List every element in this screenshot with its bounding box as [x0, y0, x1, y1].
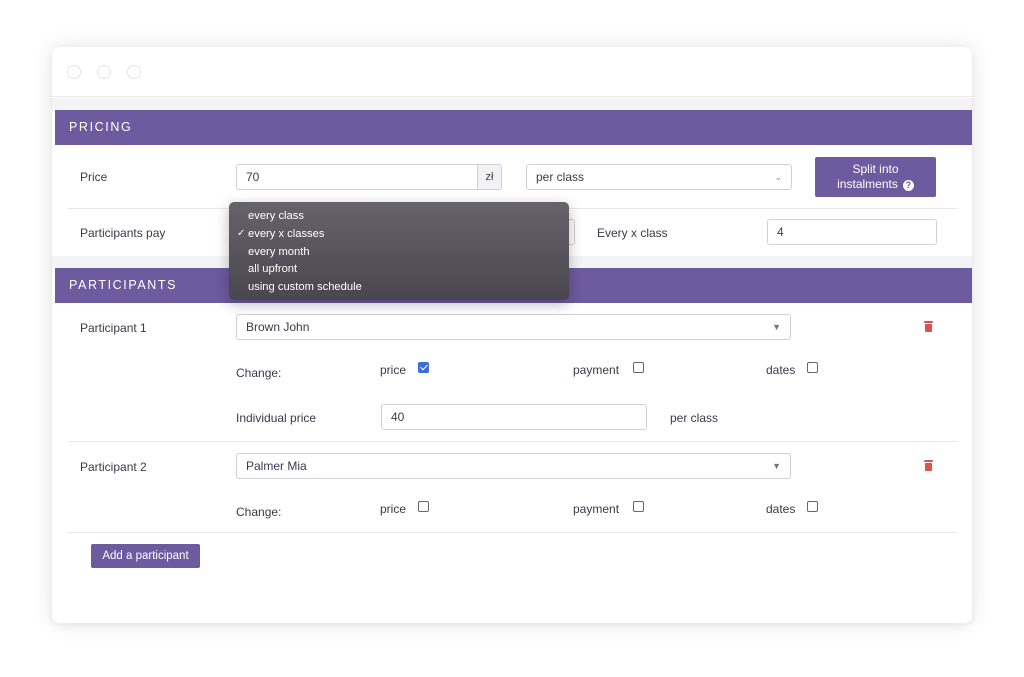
chevron-down-icon: ⌄ [774, 172, 782, 182]
payment-checkbox[interactable] [633, 501, 644, 512]
window-titlebar [52, 47, 972, 97]
caret-down-icon: ▼ [772, 322, 781, 332]
every-x-class-value: 4 [777, 225, 784, 239]
participants-pay-dropdown: every class ✓ every x classes every mont… [229, 202, 569, 300]
price-option-label: price [380, 363, 407, 377]
payment-option-label: payment [573, 363, 620, 377]
payment-checkbox[interactable] [633, 362, 644, 373]
window-control-dot[interactable] [67, 65, 81, 79]
split-button-line2: instalments [837, 177, 898, 191]
window-control-dot[interactable] [127, 65, 141, 79]
payment-option-label: payment [573, 502, 620, 516]
participant-2-label: Participant 2 [80, 460, 147, 474]
caret-down-icon: ▼ [772, 461, 781, 471]
participant-2-select[interactable]: Palmer Mia ▼ [236, 453, 791, 479]
toolbar-strip [52, 98, 972, 110]
participants-pay-label: Participants pay [80, 226, 166, 240]
dates-checkbox[interactable] [807, 501, 818, 512]
individual-price-unit: per class [670, 411, 719, 425]
participant-1-name: Brown John [246, 320, 310, 334]
dropdown-item[interactable]: every month [248, 246, 310, 258]
participant-1-select[interactable]: Brown John ▼ [236, 314, 791, 340]
app-window: PRICING Price 70 zł per class ⌄ Split in… [52, 47, 972, 623]
every-x-class-label: Every x class [597, 226, 668, 240]
price-checkbox[interactable] [418, 501, 429, 512]
price-option-label: price [380, 502, 407, 516]
individual-price-label: Individual price [236, 411, 317, 425]
individual-price-input[interactable]: 40 [381, 404, 647, 430]
change-label: Change: [236, 505, 282, 519]
individual-price-value: 40 [391, 410, 405, 424]
dates-option-label: dates [766, 502, 796, 516]
participant-1-label: Participant 1 [80, 321, 147, 335]
help-icon[interactable]: ? [902, 180, 914, 191]
row-divider [68, 441, 958, 442]
period-select[interactable]: per class ⌄ [526, 164, 792, 190]
participant-2-name: Palmer Mia [246, 459, 307, 473]
trash-icon[interactable] [924, 321, 933, 332]
every-x-class-input[interactable]: 4 [767, 219, 937, 245]
dropdown-item-selected[interactable]: every x classes [248, 228, 324, 240]
trash-icon[interactable] [924, 460, 933, 471]
dropdown-item[interactable]: every class [248, 210, 304, 222]
pricing-header: PRICING [55, 110, 972, 145]
price-input[interactable]: 70 zł [236, 164, 502, 190]
price-value: 70 [246, 170, 260, 184]
period-select-value: per class [536, 170, 585, 184]
price-label: Price [80, 170, 108, 184]
dropdown-item[interactable]: all upfront [248, 263, 297, 275]
change-label: Change: [236, 366, 282, 380]
dropdown-item[interactable]: using custom schedule [248, 281, 362, 293]
dates-checkbox[interactable] [807, 362, 818, 373]
split-instalments-button[interactable]: Split into instalments? [815, 157, 936, 197]
price-checkbox[interactable] [418, 362, 429, 373]
row-divider [68, 532, 958, 533]
split-button-line1: Split into [852, 162, 899, 176]
dates-option-label: dates [766, 363, 796, 377]
add-participant-button[interactable]: Add a participant [91, 544, 200, 568]
window-control-dot[interactable] [97, 65, 111, 79]
currency-addon: zł [477, 165, 501, 189]
checkmark-icon: ✓ [237, 228, 246, 239]
